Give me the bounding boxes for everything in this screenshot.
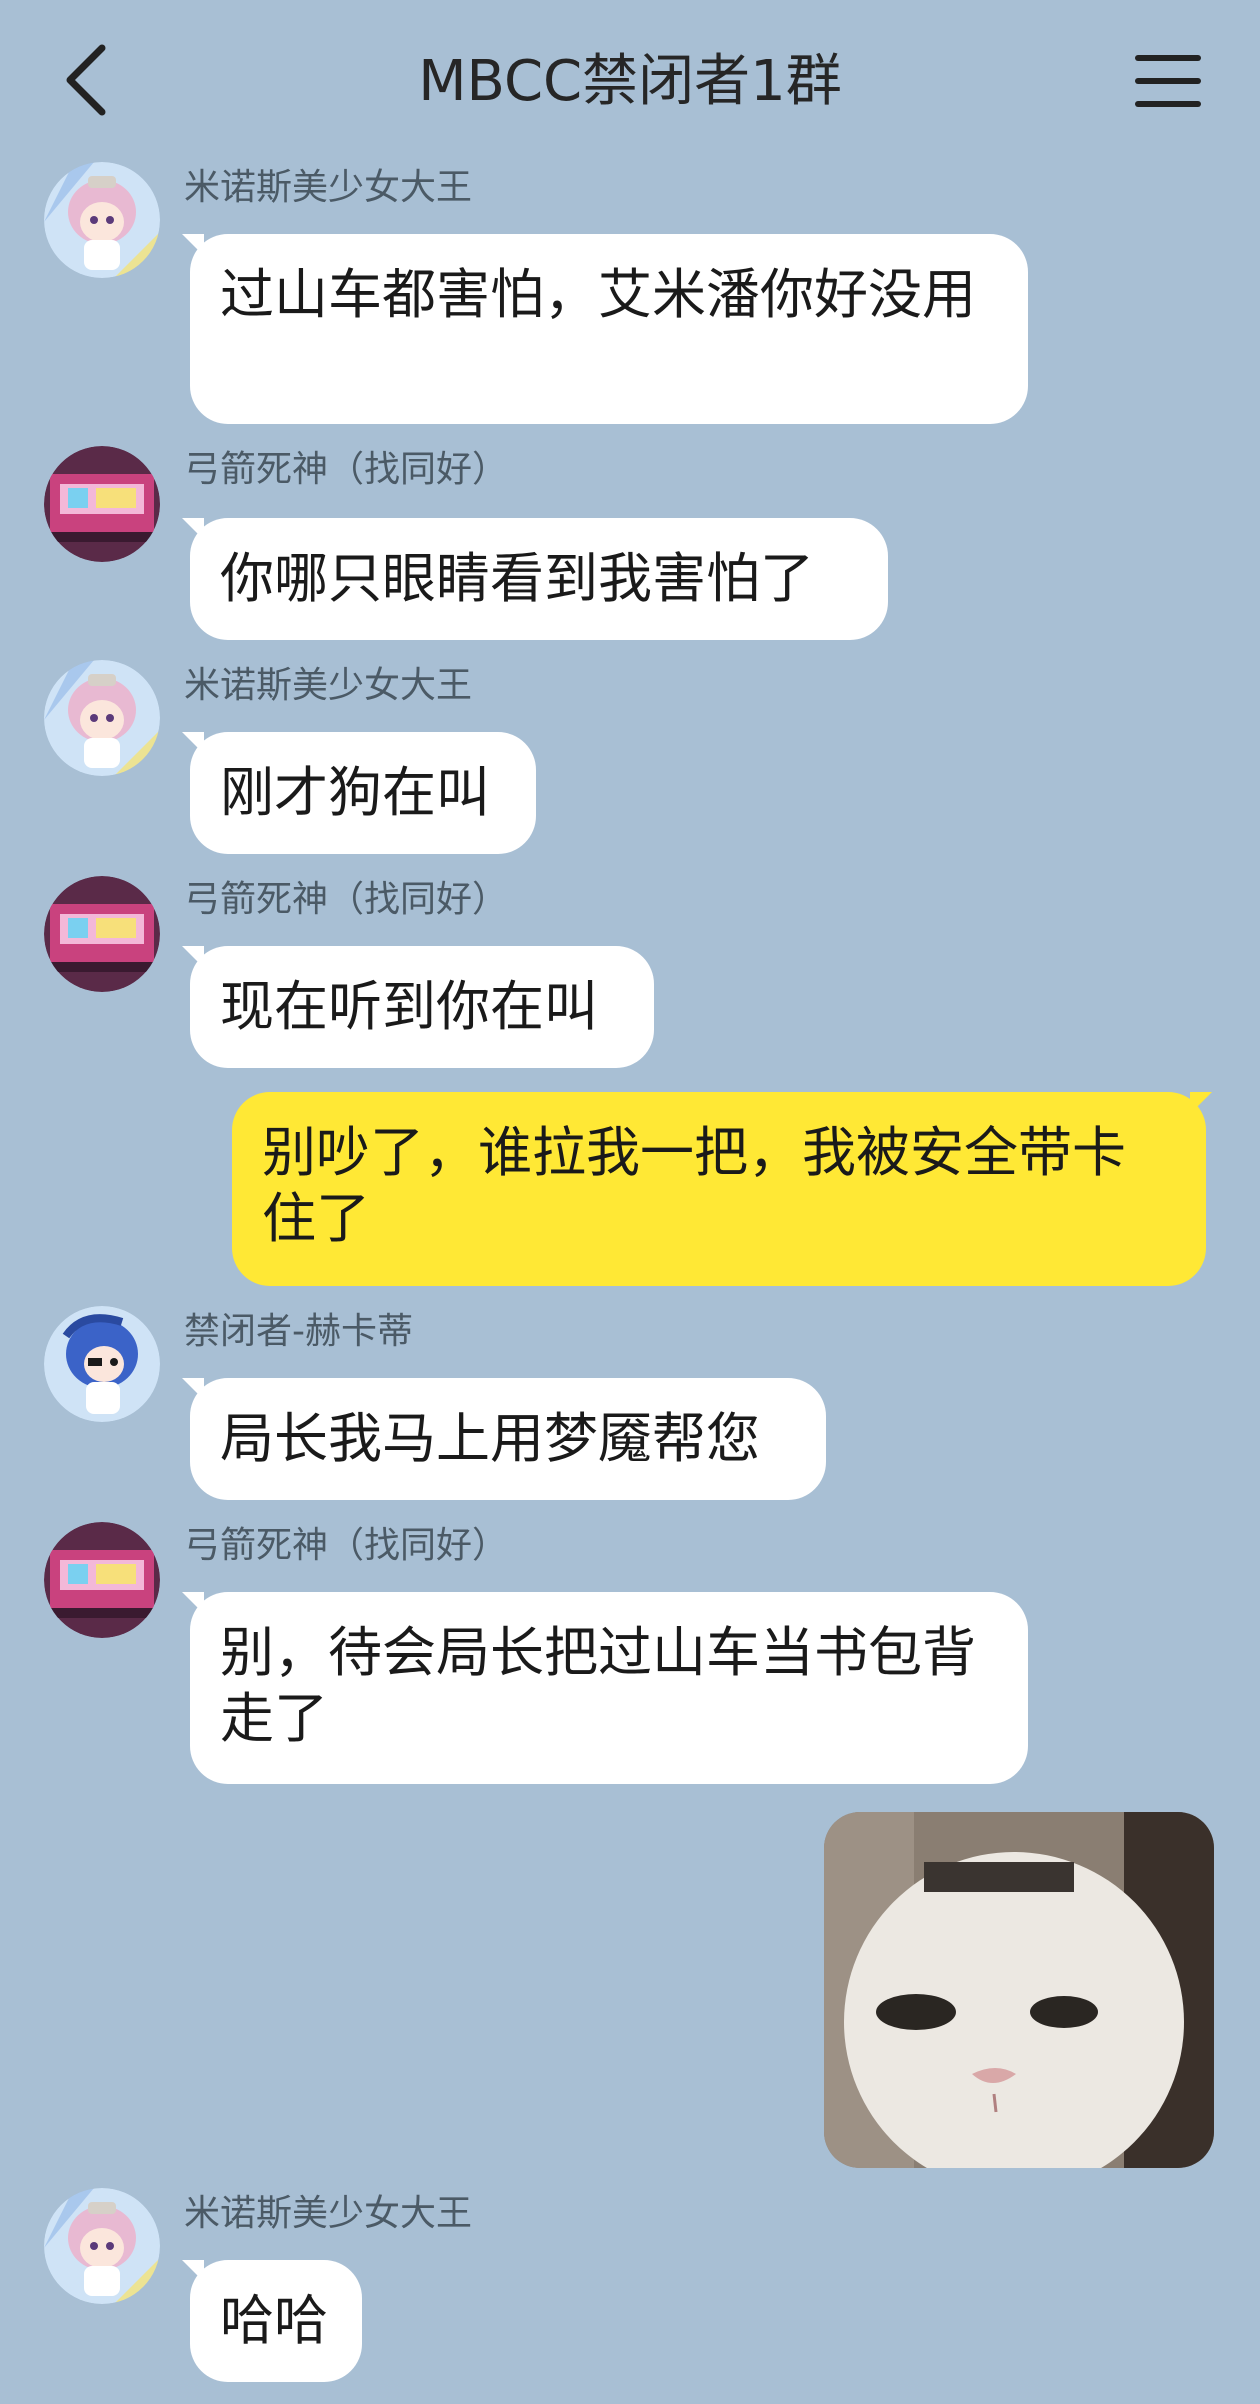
chat-screen: MBCC禁闭者1群 米诺斯美少女大王 过山车都害怕，艾米潘你好没用 弓箭死神（找… <box>0 0 1260 2404</box>
chat-title: MBCC禁闭者1群 <box>418 49 842 114</box>
sticker-image[interactable] <box>824 1812 1214 2168</box>
pink-arcade-avatar-icon <box>44 1522 160 1638</box>
avatar[interactable] <box>44 876 160 992</box>
message-bubble-outgoing[interactable]: 别吵了，谁拉我一把，我被安全带卡住了 <box>232 1092 1212 1286</box>
message-bubble[interactable]: 过山车都害怕，艾米潘你好没用 <box>182 234 1028 424</box>
pink-hair-chibi-avatar-icon <box>44 162 160 278</box>
message-bubble[interactable]: 你哪只眼睛看到我害怕了 <box>182 518 888 640</box>
sender-name: 弓箭死神（找同好） <box>184 1525 509 1566</box>
avatar[interactable] <box>44 1306 160 1422</box>
pink-hair-chibi-avatar-icon <box>44 660 160 776</box>
chat-header: MBCC禁闭者1群 <box>0 0 1260 160</box>
message-bubble[interactable]: 局长我马上用梦魇帮您 <box>182 1378 826 1500</box>
sender-name: 米诺斯美少女大王 <box>184 167 473 208</box>
pink-arcade-avatar-icon <box>44 876 160 992</box>
hamburger-menu-icon <box>1135 55 1201 107</box>
sender-name: 禁闭者-赫卡蒂 <box>184 1311 413 1352</box>
sender-name: 弓箭死神（找同好） <box>184 449 509 490</box>
pink-hair-chibi-avatar-icon <box>44 2188 160 2304</box>
message-bubble[interactable]: 现在听到你在叫 <box>182 946 654 1068</box>
white-cat-face-sticker-icon <box>824 1812 1214 2168</box>
message-bubble[interactable]: 哈哈 <box>182 2260 362 2382</box>
sender-name: 米诺斯美少女大王 <box>184 665 473 706</box>
avatar[interactable] <box>44 446 160 562</box>
menu-button[interactable] <box>1132 50 1204 112</box>
avatar[interactable] <box>44 1522 160 1638</box>
avatar[interactable] <box>44 660 160 776</box>
pink-arcade-avatar-icon <box>44 446 160 562</box>
avatar[interactable] <box>44 2188 160 2304</box>
message-bubble[interactable]: 刚才狗在叫 <box>182 732 536 854</box>
avatar[interactable] <box>44 162 160 278</box>
sender-name: 弓箭死神（找同好） <box>184 879 509 920</box>
blue-hair-chibi-avatar-icon <box>44 1306 160 1422</box>
message-bubble[interactable]: 别，待会局长把过山车当书包背走了 <box>182 1592 1028 1784</box>
sender-name: 米诺斯美少女大王 <box>184 2193 473 2234</box>
